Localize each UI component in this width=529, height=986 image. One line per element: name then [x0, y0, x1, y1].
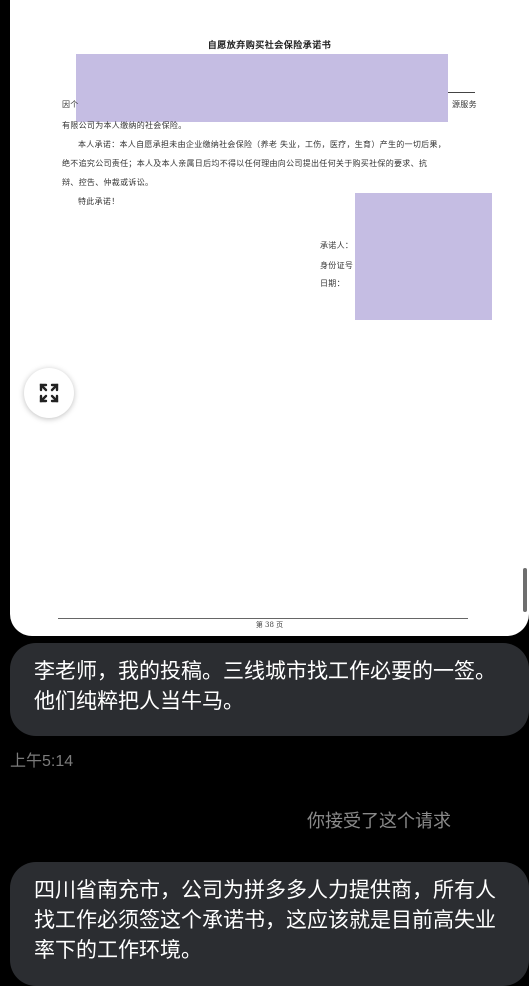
document-line: 绝不追究公司责任；本人及本人亲属日后均不得以任何理由向公司提出任何关于购买社保的…	[62, 159, 428, 168]
system-notice: 你接受了这个请求	[307, 811, 451, 831]
footer-divider	[58, 618, 468, 619]
signature-id: 身份证号	[320, 261, 354, 270]
fill-in-line	[448, 92, 475, 93]
document-preview[interactable]: 自愿放弃购买社会保险承诺书 因个 源服务 有限公司为本人缴纳的社会保险。 本人承…	[10, 0, 529, 636]
message-bubble[interactable]: 李老师，我的投稿。三线城市找工作必要的一签。他们纯粹把人当牛马。	[10, 643, 529, 736]
document-line: 特此承诺！	[78, 197, 120, 206]
redaction-block	[355, 193, 492, 320]
message-timestamp: 上午5:14	[10, 753, 74, 770]
message-bubble[interactable]: 四川省南充市，公司为拼多多人力提供商，所有人找工作必须签这个承诺书，这应该就是目…	[10, 862, 529, 986]
document-line: 源服务	[452, 100, 477, 109]
signature-promisor: 承诺人：	[320, 241, 354, 250]
redaction-block	[76, 54, 448, 122]
signature-date: 日期：	[320, 279, 345, 288]
document-title: 自愿放弃购买社会保险承诺书	[207, 41, 332, 51]
expand-button[interactable]	[24, 368, 74, 418]
scrollbar-thumb[interactable]	[523, 568, 527, 612]
document-line: 因个	[62, 100, 79, 109]
document-line: 辩、控告、仲裁或诉讼。	[62, 178, 154, 187]
expand-icon	[39, 383, 59, 403]
document-line: 有限公司为本人缴纳的社会保险。	[62, 121, 187, 130]
page-number: 第 38 页	[255, 621, 284, 629]
document-line: 本人承诺：本人自愿承担未由企业缴纳社会保险（养老 失业，工伤，医疗，生育）产生的…	[78, 140, 447, 149]
